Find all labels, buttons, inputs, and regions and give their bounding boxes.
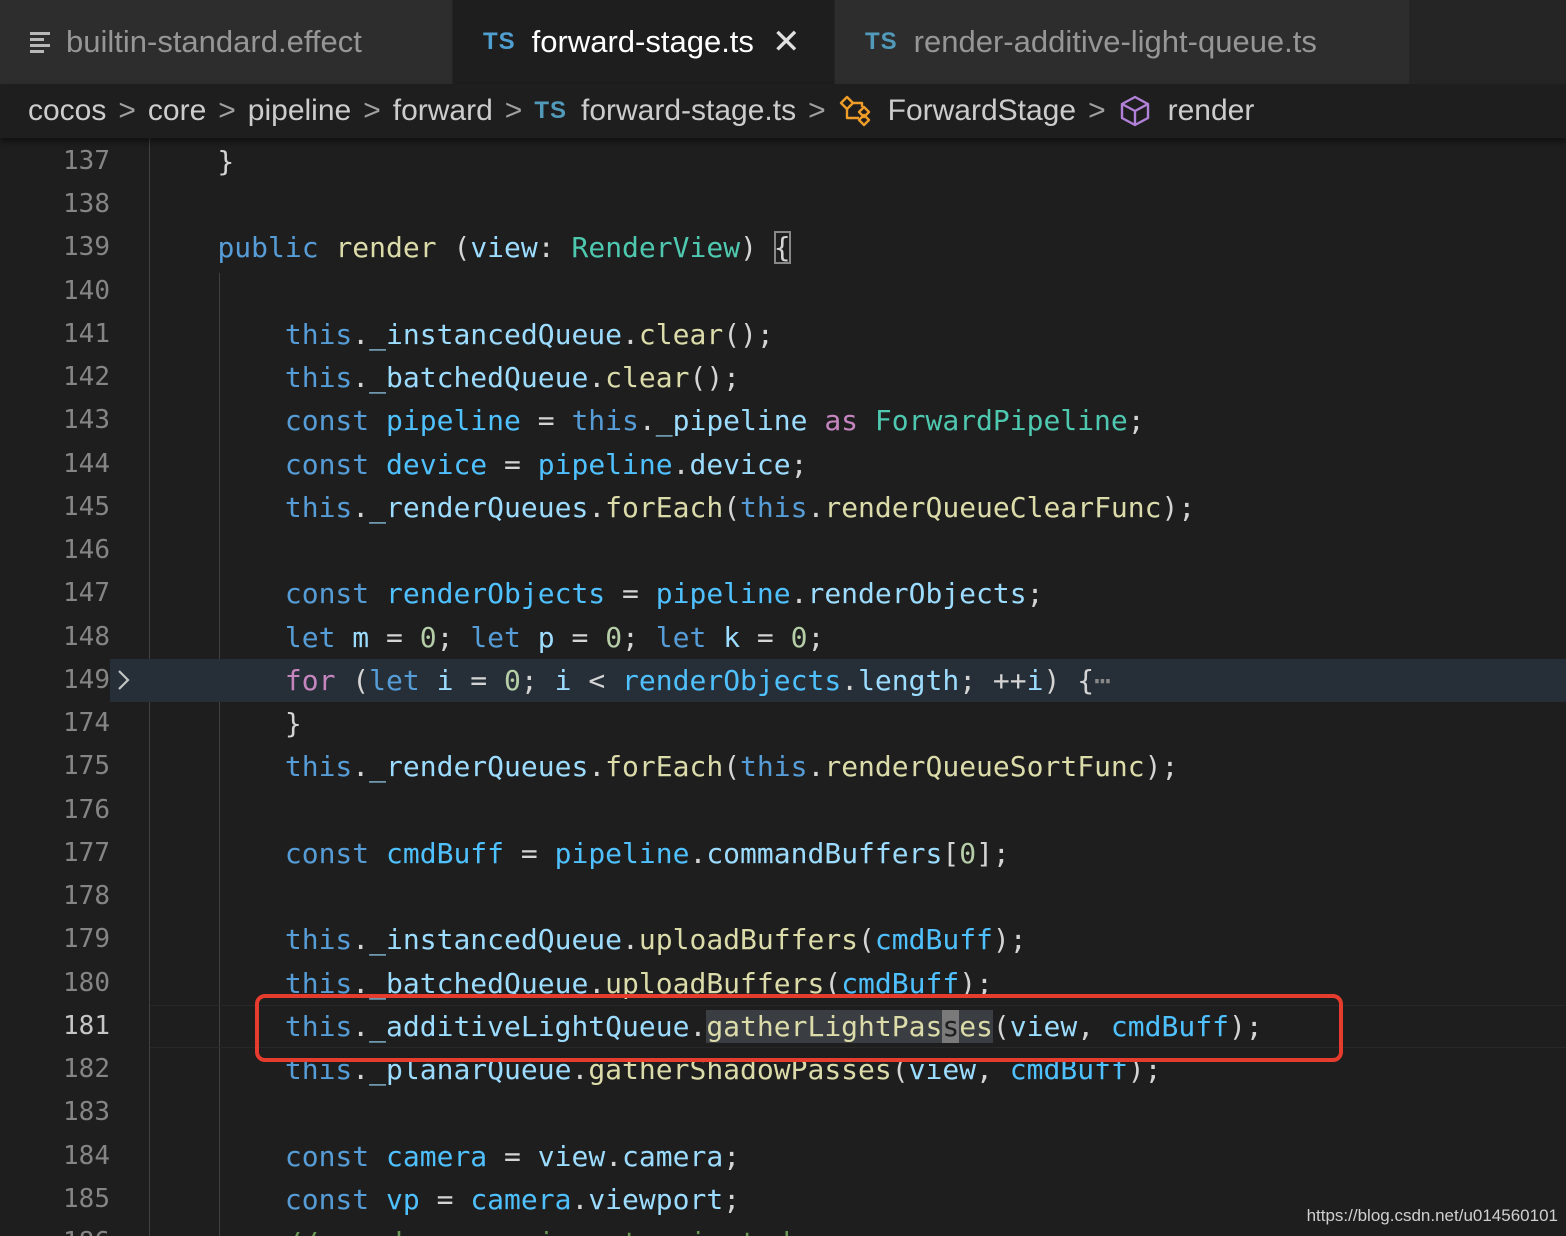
code-comment: // render area is not oriented xyxy=(150,1221,791,1236)
editor-tab-bar: builtin-standard.effect TS forward-stage… xyxy=(0,0,1566,84)
line-number: 182 xyxy=(63,1054,110,1084)
line-number: 138 xyxy=(63,189,110,219)
code-text: for (let i = 0; i < renderObjects.length… xyxy=(284,664,1111,697)
code-line[interactable]: 139 public render (view: RenderView) { xyxy=(0,226,1566,269)
code-text: const cmdBuff = pipeline.commandBuffers[… xyxy=(284,837,1010,870)
code-line-folded[interactable]: 149 for (let i = 0; i < renderObjects.le… xyxy=(0,659,1566,702)
line-number: 145 xyxy=(63,492,110,522)
code-line[interactable]: 174 } xyxy=(0,702,1566,745)
chevron-right-icon[interactable] xyxy=(113,667,133,693)
code-line[interactable]: 177 const cmdBuff = pipeline.commandBuff… xyxy=(0,832,1566,875)
code-line[interactable]: 184 const camera = view.camera; xyxy=(0,1135,1566,1178)
tab-render-additive-light-queue-ts[interactable]: TS render-additive-light-queue.ts xyxy=(835,0,1410,84)
breadcrumb-item-core[interactable]: core xyxy=(148,94,206,128)
code-text: this._instancedQueue.clear(); xyxy=(284,318,774,351)
line-number: 142 xyxy=(63,362,110,392)
typescript-file-icon: TS xyxy=(483,28,516,55)
code-text: public render (view: RenderView) { xyxy=(217,231,791,264)
line-number: 148 xyxy=(63,622,110,652)
code-text: let m = 0; let p = 0; let k = 0; xyxy=(284,621,825,654)
code-text: const renderObjects = pipeline.renderObj… xyxy=(284,577,1044,610)
code-line[interactable]: 178 xyxy=(0,875,1566,918)
code-text: this._renderQueues.forEach(this.renderQu… xyxy=(284,750,1179,783)
code-text: const vp = camera.viewport; xyxy=(284,1183,741,1216)
line-number: 181 xyxy=(63,1011,110,1041)
tab-forward-stage-ts[interactable]: TS forward-stage.ts ✕ xyxy=(453,0,835,84)
line-number: 144 xyxy=(63,449,110,479)
breadcrumb: cocos > core > pipeline > forward > TS f… xyxy=(0,84,1566,138)
line-number: 183 xyxy=(63,1097,110,1127)
code-line[interactable]: 183 xyxy=(0,1091,1566,1134)
line-number: 149 xyxy=(0,659,110,702)
tab-builtin-standard-effect[interactable]: builtin-standard.effect xyxy=(0,0,453,84)
code-line[interactable]: 141 this._instancedQueue.clear(); xyxy=(0,313,1566,356)
breadcrumb-item-forward[interactable]: forward xyxy=(393,94,493,128)
chevron-right-icon: > xyxy=(1088,94,1106,127)
tab-label: forward-stage.ts xyxy=(531,24,754,59)
line-number: 180 xyxy=(63,968,110,998)
class-symbol-icon xyxy=(838,94,874,128)
code-line[interactable]: 176 xyxy=(0,789,1566,832)
breadcrumb-item-pipeline[interactable]: pipeline xyxy=(248,94,351,128)
line-number: 141 xyxy=(63,319,110,349)
code-line[interactable]: 147 const renderObjects = pipeline.rende… xyxy=(0,572,1566,615)
watermark: https://blog.csdn.net/u014560101 xyxy=(1306,1206,1558,1225)
code-line[interactable]: 148 let m = 0; let p = 0; let k = 0; xyxy=(0,616,1566,659)
code-line[interactable]: 138 xyxy=(0,183,1566,226)
chevron-right-icon: > xyxy=(363,94,381,127)
line-number: 178 xyxy=(63,881,110,911)
code-text: this._instancedQueue.uploadBuffers(cmdBu… xyxy=(284,923,1027,956)
code-text: } xyxy=(150,145,235,178)
code-line[interactable]: 145 this._renderQueues.forEach(this.rend… xyxy=(0,486,1566,529)
code-editor[interactable]: 137 } 138 139 public render (view: Rende… xyxy=(0,138,1566,1236)
line-number: 179 xyxy=(63,924,110,954)
line-number: 174 xyxy=(63,708,110,738)
breadcrumb-item-cocos[interactable]: cocos xyxy=(28,94,106,128)
breadcrumb-item-method[interactable]: render xyxy=(1168,94,1255,128)
close-icon[interactable]: ✕ xyxy=(772,22,801,62)
line-number: 176 xyxy=(63,795,110,825)
code-line[interactable]: 137 } xyxy=(0,140,1566,183)
annotation-highlight-box xyxy=(255,994,1343,1062)
code-text: this._batchedQueue.clear(); xyxy=(284,361,741,394)
chevron-right-icon: > xyxy=(218,94,236,127)
chevron-right-icon: > xyxy=(504,94,523,127)
code-line[interactable]: 144 const device = pipeline.device; xyxy=(0,443,1566,486)
tab-label: builtin-standard.effect xyxy=(66,24,362,59)
line-number: 177 xyxy=(63,838,110,868)
typescript-file-icon: TS xyxy=(534,97,567,124)
line-number: 175 xyxy=(63,751,110,781)
chevron-right-icon: > xyxy=(808,94,826,127)
line-number: 139 xyxy=(63,232,110,262)
line-number: 146 xyxy=(63,535,110,565)
line-number: 137 xyxy=(63,146,110,176)
line-number: 185 xyxy=(63,1184,110,1214)
line-number: 143 xyxy=(63,405,110,435)
code-line[interactable]: 146 xyxy=(0,529,1566,572)
code-line[interactable]: 175 this._renderQueues.forEach(this.rend… xyxy=(0,745,1566,788)
line-number: 147 xyxy=(63,578,110,608)
breadcrumb-item-class[interactable]: ForwardStage xyxy=(888,94,1076,128)
line-number: 184 xyxy=(63,1141,110,1171)
breadcrumb-item-file[interactable]: forward-stage.ts xyxy=(581,94,796,128)
menu-lines-icon xyxy=(30,32,52,53)
method-cube-icon xyxy=(1118,94,1152,128)
code-line[interactable]: 140 xyxy=(0,270,1566,313)
code-text: this._renderQueues.forEach(this.renderQu… xyxy=(284,491,1196,524)
tab-label: render-additive-light-queue.ts xyxy=(913,24,1317,59)
code-text: const pipeline = this._pipeline as Forwa… xyxy=(284,404,1145,437)
code-text: const device = pipeline.device; xyxy=(284,448,808,481)
typescript-file-icon: TS xyxy=(865,28,898,55)
line-number: 140 xyxy=(63,276,110,306)
line-number: 186 xyxy=(0,1221,110,1236)
code-line[interactable]: 143 const pipeline = this._pipeline as F… xyxy=(0,399,1566,442)
code-text: const camera = view.camera; xyxy=(284,1140,741,1173)
chevron-right-icon: > xyxy=(118,94,136,127)
code-line[interactable]: 179 this._instancedQueue.uploadBuffers(c… xyxy=(0,918,1566,961)
code-text: } xyxy=(150,707,302,740)
code-line[interactable]: 142 this._batchedQueue.clear(); xyxy=(0,356,1566,399)
